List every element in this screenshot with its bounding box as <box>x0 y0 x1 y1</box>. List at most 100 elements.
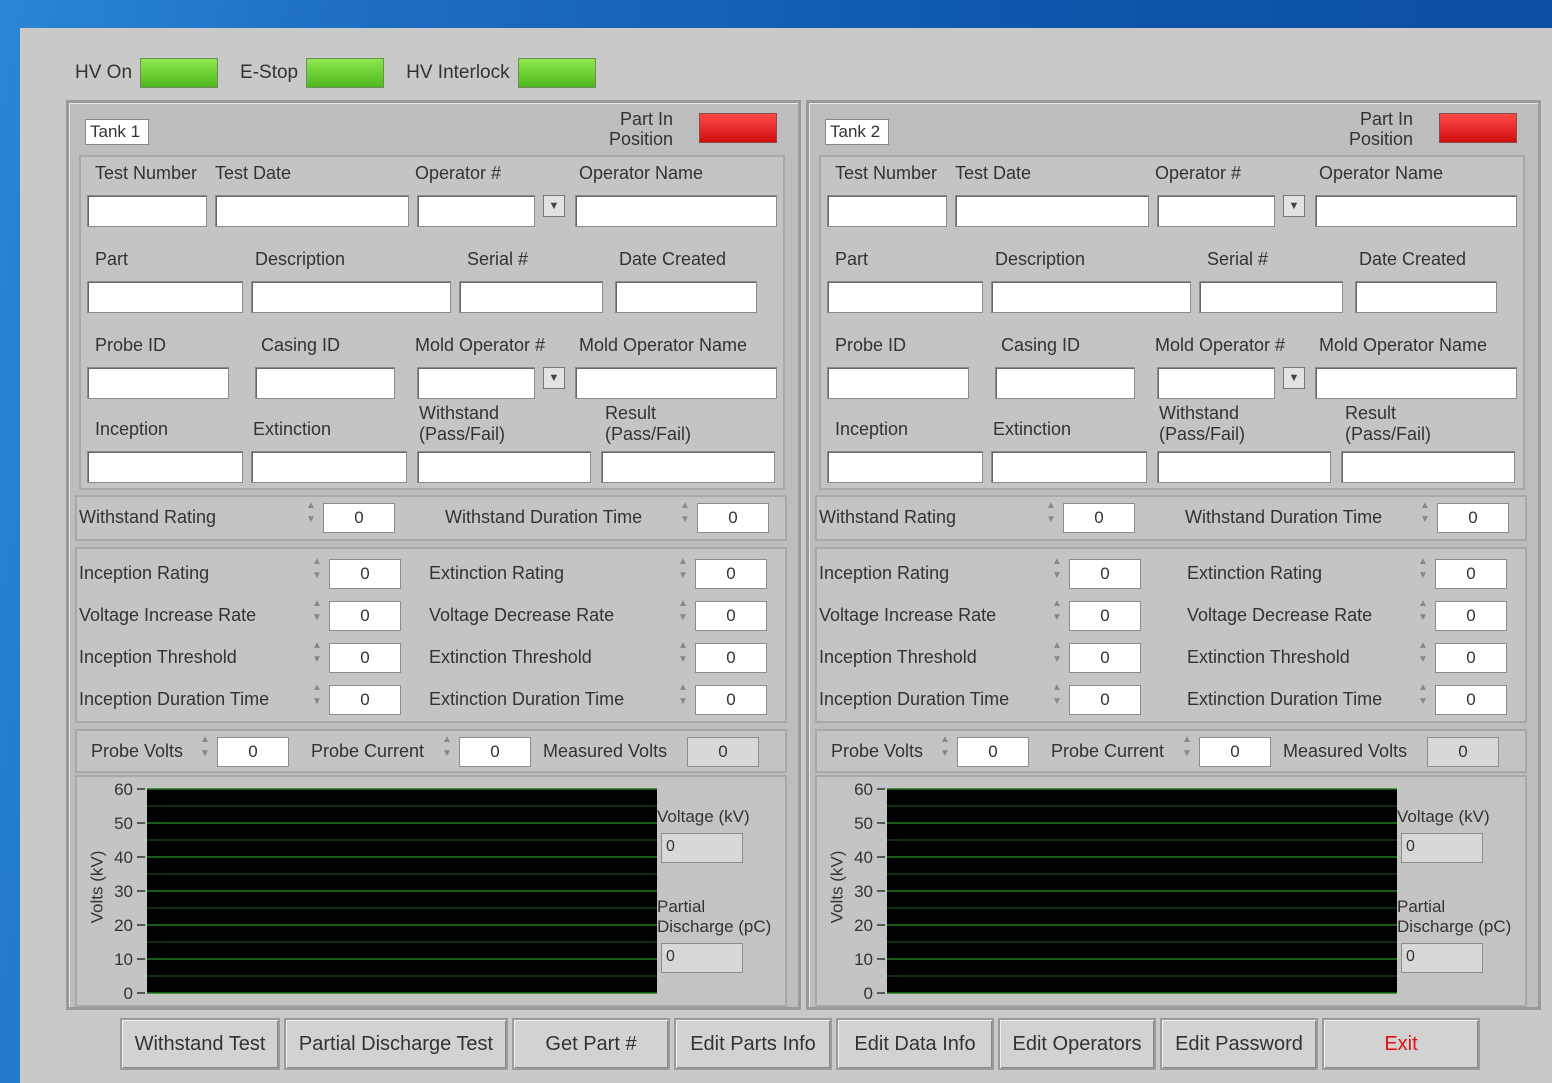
inception-rating-spinner[interactable]: ▲ ▼ <box>309 555 325 593</box>
inception-rating-input[interactable]: 0 <box>329 559 401 589</box>
mold-operator-dropdown-icon[interactable]: ▼ <box>1283 367 1305 389</box>
inception-duration-input[interactable]: 0 <box>1069 685 1141 715</box>
date-created-field[interactable] <box>1355 281 1497 313</box>
probe-volts-spinner[interactable]: ▲ ▼ <box>197 733 213 771</box>
casing-id-field[interactable] <box>995 367 1135 399</box>
inception-rating-input[interactable]: 0 <box>1069 559 1141 589</box>
test-date-field[interactable] <box>215 195 409 227</box>
mold-operator-num-field[interactable] <box>417 367 535 399</box>
probe-volts-spinner[interactable]: ▲ ▼ <box>937 733 953 771</box>
withstand-pf-field[interactable] <box>417 451 591 483</box>
part-field[interactable] <box>827 281 983 313</box>
serial-field[interactable] <box>1199 281 1343 313</box>
extinction-threshold-input[interactable]: 0 <box>695 643 767 673</box>
operator-name-field[interactable] <box>575 195 777 227</box>
y-tick-label: 40 <box>114 848 133 867</box>
edit-parts-info-button[interactable]: Edit Parts Info <box>674 1018 832 1070</box>
voltage-increase-input[interactable]: 0 <box>1069 601 1141 631</box>
inception-field[interactable] <box>87 451 243 483</box>
extinction-field[interactable] <box>991 451 1147 483</box>
inception-field[interactable] <box>827 451 983 483</box>
probe-volts-input[interactable]: 0 <box>957 737 1029 767</box>
extinction-rating-input[interactable]: 0 <box>1435 559 1507 589</box>
voltage-decrease-spinner[interactable]: ▲ ▼ <box>1415 597 1431 635</box>
withstand-duration-input[interactable]: 0 <box>697 503 769 533</box>
mold-operator-name-label: Mold Operator Name <box>579 335 748 355</box>
test-number-field[interactable] <box>827 195 947 227</box>
probe-current-spinner[interactable]: ▲ ▼ <box>1179 733 1195 771</box>
withstand-duration-spinner[interactable]: ▲ ▼ <box>1417 499 1433 537</box>
e-stop-led <box>306 58 385 88</box>
probe-current-spinner[interactable]: ▲ ▼ <box>439 733 455 771</box>
voltage-increase-spinner[interactable]: ▲ ▼ <box>309 597 325 635</box>
extinction-threshold-spinner[interactable]: ▲ ▼ <box>1415 639 1431 677</box>
mold-operator-num-field[interactable] <box>1157 367 1275 399</box>
withstand-test-button[interactable]: Withstand Test <box>120 1018 280 1070</box>
inception-threshold-spinner[interactable]: ▲ ▼ <box>1049 639 1065 677</box>
partial-discharge-test-button[interactable]: Partial Discharge Test <box>284 1018 508 1070</box>
extinction-duration-input[interactable]: 0 <box>695 685 767 715</box>
probe-volts-input[interactable]: 0 <box>217 737 289 767</box>
withstand-rating-input[interactable]: 0 <box>1063 503 1135 533</box>
inception-rating-spinner[interactable]: ▲ ▼ <box>1049 555 1065 593</box>
withstand-pf-field[interactable] <box>1157 451 1331 483</box>
probe-current-input[interactable]: 0 <box>1199 737 1271 767</box>
edit-operators-button[interactable]: Edit Operators <box>998 1018 1156 1070</box>
extinction-threshold-input[interactable]: 0 <box>1435 643 1507 673</box>
result-pf-field[interactable] <box>1341 451 1515 483</box>
operator-dropdown-icon[interactable]: ▼ <box>543 195 565 217</box>
extinction-duration-input[interactable]: 0 <box>1435 685 1507 715</box>
mold-operator-name-field[interactable] <box>1315 367 1517 399</box>
probe-id-field[interactable] <box>87 367 229 399</box>
extinction-rating-input[interactable]: 0 <box>695 559 767 589</box>
operator-name-field[interactable] <box>1315 195 1517 227</box>
inception-duration-input[interactable]: 0 <box>329 685 401 715</box>
casing-id-field[interactable] <box>255 367 395 399</box>
inception-label: Inception <box>835 419 909 439</box>
extinction-rating-spinner[interactable]: ▲ ▼ <box>1415 555 1431 593</box>
date-created-field[interactable] <box>615 281 757 313</box>
extinction-threshold-spinner[interactable]: ▲ ▼ <box>675 639 691 677</box>
description-field[interactable] <box>251 281 451 313</box>
withstand-rating-spinner[interactable]: ▲ ▼ <box>303 499 319 537</box>
mold-operator-dropdown-icon[interactable]: ▼ <box>543 367 565 389</box>
withstand-rating-input[interactable]: 0 <box>323 503 395 533</box>
voltage-increase-spinner[interactable]: ▲ ▼ <box>1049 597 1065 635</box>
inception-threshold-input[interactable]: 0 <box>1069 643 1141 673</box>
mold-operator-name-field[interactable] <box>575 367 777 399</box>
edit-password-button[interactable]: Edit Password <box>1160 1018 1318 1070</box>
withstand-duration-spinner[interactable]: ▲ ▼ <box>677 499 693 537</box>
operator-num-field[interactable] <box>1157 195 1275 227</box>
partial-discharge-display: 0 <box>661 943 743 973</box>
inception-duration-spinner[interactable]: ▲ ▼ <box>1049 681 1065 719</box>
extinction-rating-spinner[interactable]: ▲ ▼ <box>675 555 691 593</box>
description-field[interactable] <box>991 281 1191 313</box>
voltage-increase-input[interactable]: 0 <box>329 601 401 631</box>
voltage-increase-label: Voltage Increase Rate <box>79 605 257 625</box>
extinction-duration-spinner[interactable]: ▲ ▼ <box>675 681 691 719</box>
probe-current-input[interactable]: 0 <box>459 737 531 767</box>
result-pf-field[interactable] <box>601 451 775 483</box>
inception-threshold-spinner[interactable]: ▲ ▼ <box>309 639 325 677</box>
inception-duration-spinner[interactable]: ▲ ▼ <box>309 681 325 719</box>
inception-threshold-input[interactable]: 0 <box>329 643 401 673</box>
voltage-kv-display: 0 <box>661 833 743 863</box>
extinction-field[interactable] <box>251 451 407 483</box>
test-number-field[interactable] <box>87 195 207 227</box>
edit-data-info-button[interactable]: Edit Data Info <box>836 1018 994 1070</box>
operator-num-field[interactable] <box>417 195 535 227</box>
withstand-duration-input[interactable]: 0 <box>1437 503 1509 533</box>
withstand-rating-spinner[interactable]: ▲ ▼ <box>1043 499 1059 537</box>
get-part-button[interactable]: Get Part # <box>512 1018 670 1070</box>
test-date-field[interactable] <box>955 195 1149 227</box>
voltage-decrease-input[interactable]: 0 <box>1435 601 1507 631</box>
voltage-decrease-input[interactable]: 0 <box>695 601 767 631</box>
part-field[interactable] <box>87 281 243 313</box>
probe-id-label: Probe ID <box>95 335 167 355</box>
extinction-duration-spinner[interactable]: ▲ ▼ <box>1415 681 1431 719</box>
serial-field[interactable] <box>459 281 603 313</box>
exit-button[interactable]: Exit <box>1322 1018 1480 1070</box>
voltage-decrease-spinner[interactable]: ▲ ▼ <box>675 597 691 635</box>
probe-id-field[interactable] <box>827 367 969 399</box>
operator-dropdown-icon[interactable]: ▼ <box>1283 195 1305 217</box>
